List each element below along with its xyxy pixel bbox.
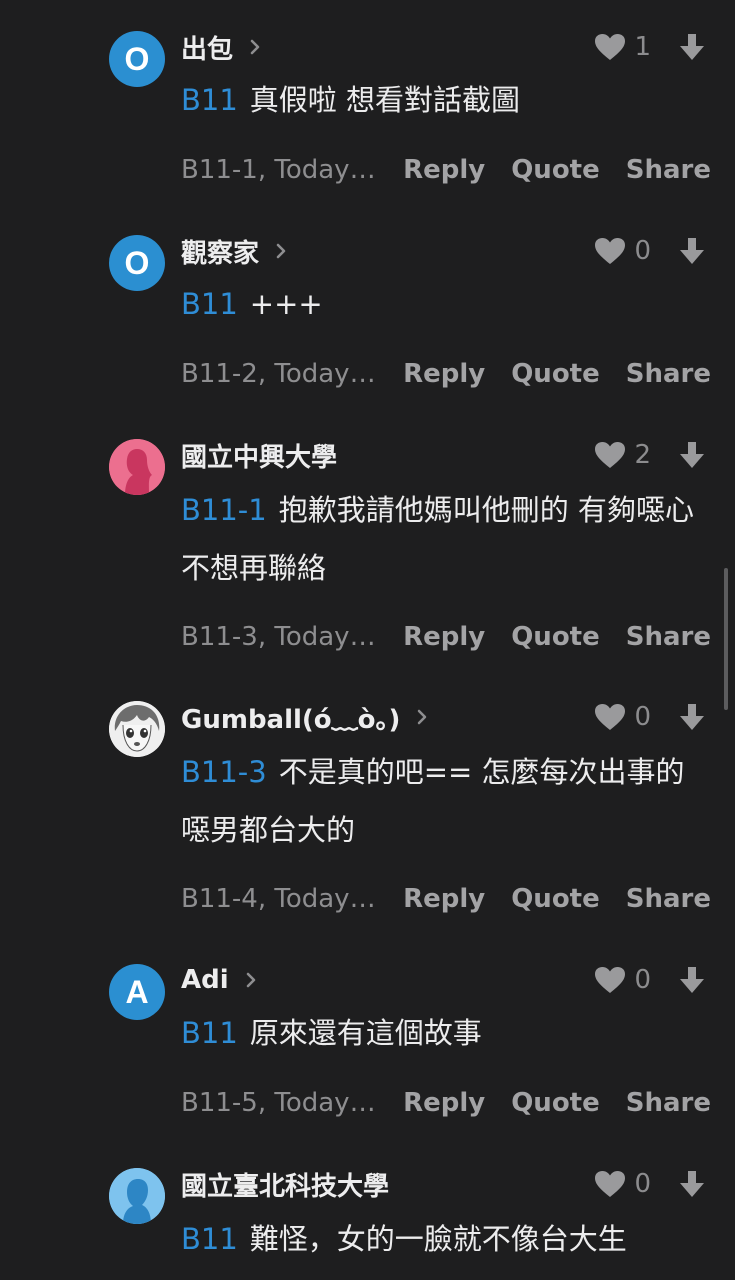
reply-button[interactable]: Reply — [403, 359, 485, 389]
comment-body: B11 難怪，女的一臉就不像台大生 — [181, 1210, 711, 1268]
avatar[interactable]: O — [109, 31, 165, 87]
like-count: 0 — [634, 702, 651, 732]
heart-icon[interactable] — [594, 237, 626, 265]
floor-reference-link[interactable]: B11 — [181, 287, 238, 321]
avatar-letter: O — [124, 41, 150, 77]
avatar[interactable] — [109, 439, 165, 495]
comment-text: 難怪，女的一臉就不像台大生 — [249, 1222, 627, 1256]
comment-meta: B11-2, Today… — [181, 359, 376, 389]
reply-button[interactable]: Reply — [403, 622, 485, 652]
heart-icon[interactable] — [594, 703, 626, 731]
chevron-right-icon[interactable] — [243, 972, 259, 988]
chevron-right-icon[interactable] — [414, 709, 430, 725]
male-silhouette-icon — [109, 1168, 165, 1224]
heart-icon[interactable] — [594, 1170, 626, 1198]
downvote-arrow-icon[interactable] — [677, 236, 707, 266]
comment-text: 原來還有這個故事 — [249, 1016, 482, 1050]
like-count: 0 — [634, 236, 651, 266]
comment-body: B11 原來還有這個故事 — [181, 1004, 711, 1062]
comment-body: B11 真假啦 想看對話截圖 — [181, 71, 711, 129]
share-button[interactable]: Share — [626, 884, 711, 914]
floor-reference-link[interactable]: B11 — [181, 1222, 238, 1256]
downvote-arrow-icon[interactable] — [677, 965, 707, 995]
quote-button[interactable]: Quote — [511, 359, 600, 389]
downvote-arrow-icon[interactable] — [677, 1169, 707, 1199]
floor-reference-link[interactable]: B11 — [181, 83, 238, 117]
heart-icon[interactable] — [594, 33, 626, 61]
commenter-name[interactable]: Gumball(ó﹏ò。) — [181, 699, 400, 736]
avatar[interactable]: A — [109, 964, 165, 1020]
quote-button[interactable]: Quote — [511, 884, 600, 914]
like-count: 0 — [634, 965, 651, 995]
quote-button[interactable]: Quote — [511, 155, 600, 185]
anime-avatar-icon — [109, 701, 165, 757]
like-count: 2 — [634, 440, 651, 470]
quote-button[interactable]: Quote — [511, 622, 600, 652]
comment-meta: B11-5, Today… — [181, 1088, 376, 1118]
comment-text: 真假啦 想看對話截圖 — [249, 83, 521, 117]
floor-reference-link[interactable]: B11-1 — [181, 493, 267, 527]
avatar[interactable]: O — [109, 235, 165, 291]
avatar-letter: A — [125, 974, 149, 1010]
share-button[interactable]: Share — [626, 155, 711, 185]
floor-reference-link[interactable]: B11-3 — [181, 755, 267, 789]
comment-meta: B11-3, Today… — [181, 622, 376, 652]
floor-reference-link[interactable]: B11 — [181, 1016, 238, 1050]
commenter-name[interactable]: 國立中興大學 — [181, 437, 337, 474]
heart-icon[interactable] — [594, 966, 626, 994]
heart-icon[interactable] — [594, 441, 626, 469]
scrollbar[interactable] — [724, 568, 728, 710]
reply-button[interactable]: Reply — [403, 155, 485, 185]
commenter-name[interactable]: 出包 — [181, 29, 233, 66]
avatar[interactable] — [109, 1168, 165, 1224]
like-count: 1 — [634, 32, 651, 62]
downvote-arrow-icon[interactable] — [677, 32, 707, 62]
share-button[interactable]: Share — [626, 622, 711, 652]
downvote-arrow-icon[interactable] — [677, 702, 707, 732]
comment-body: B11-3 不是真的吧== 怎麼每次出事的噁男都台大的 — [181, 743, 711, 859]
commenter-name[interactable]: 觀察家 — [181, 233, 259, 270]
reply-button[interactable]: Reply — [403, 884, 485, 914]
comment-body: B11 +++ — [181, 275, 711, 333]
commenter-name[interactable]: Adi — [181, 965, 229, 995]
chevron-right-icon[interactable] — [273, 243, 289, 259]
comment-meta: B11-1, Today… — [181, 155, 376, 185]
quote-button[interactable]: Quote — [511, 1088, 600, 1118]
comment-text: +++ — [249, 287, 323, 321]
comment-body: B11-1 抱歉我請他媽叫他刪的 有夠噁心 不想再聯絡 — [181, 481, 711, 597]
female-silhouette-icon — [109, 439, 165, 495]
share-button[interactable]: Share — [626, 1088, 711, 1118]
commenter-name[interactable]: 國立臺北科技大學 — [181, 1166, 389, 1203]
chevron-right-icon[interactable] — [247, 39, 263, 55]
comment-meta: B11-4, Today… — [181, 884, 376, 914]
reply-button[interactable]: Reply — [403, 1088, 485, 1118]
share-button[interactable]: Share — [626, 359, 711, 389]
like-count: 0 — [634, 1169, 651, 1199]
downvote-arrow-icon[interactable] — [677, 440, 707, 470]
avatar-letter: O — [124, 245, 150, 281]
avatar[interactable] — [109, 701, 165, 757]
